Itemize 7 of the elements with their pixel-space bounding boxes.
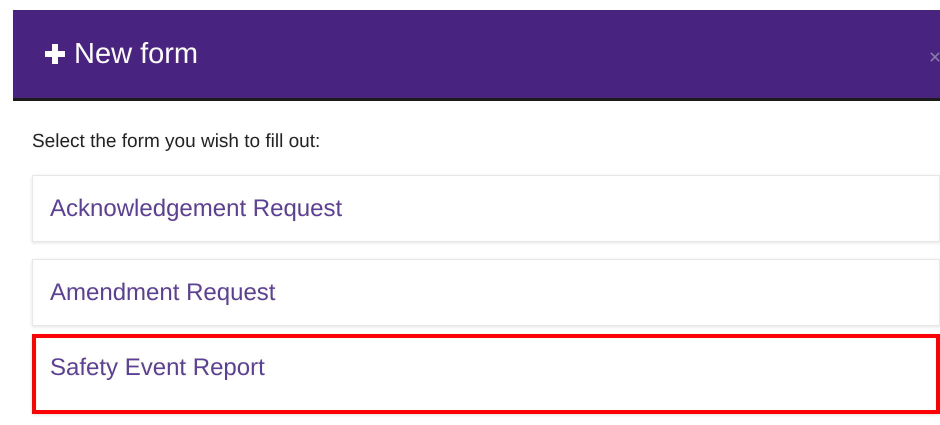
- close-icon[interactable]: [930, 52, 940, 62]
- form-option[interactable]: Amendment Request: [32, 259, 940, 326]
- form-option[interactable]: Safety Event Report: [32, 334, 940, 414]
- dialog-title: New form: [74, 38, 198, 70]
- prompt-text: Select the form you wish to fill out:: [32, 131, 322, 154]
- plus-icon: [45, 44, 65, 64]
- form-option[interactable]: Acknowledgement Request: [32, 175, 940, 242]
